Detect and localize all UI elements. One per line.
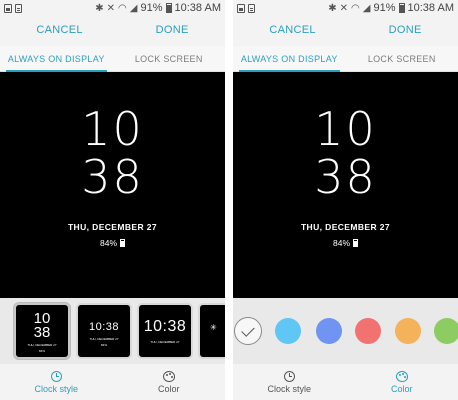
preview-battery-percent: 84%: [332, 238, 350, 248]
clock-hour: 10: [81, 102, 144, 156]
thumb-analog-mark: ✳: [210, 323, 217, 332]
clock-hour: 10: [314, 102, 377, 156]
clock-minute: 38: [81, 150, 144, 204]
bottom-tab-bar: Clock style Color: [0, 364, 225, 400]
wifi-icon: ◠: [351, 2, 360, 14]
color-selector: [233, 298, 458, 364]
color-swatch-coral[interactable]: [355, 318, 381, 344]
palette-icon: [395, 370, 408, 382]
clock-style-label: Clock style: [267, 383, 311, 394]
clock-style-label: Clock style: [34, 383, 78, 394]
document-notification-icon: [248, 3, 255, 13]
preview-date: THU, DECEMBER 27: [67, 222, 158, 232]
clock-style-option-3[interactable]: 10:38 THU, DECEMBER 27: [137, 303, 193, 359]
mute-icon: ✕: [339, 2, 349, 14]
clock-preview: 10 38 THU, DECEMBER 27 84%: [233, 72, 458, 298]
gallery-notification-icon: [237, 3, 245, 13]
action-bar: CANCEL DONE: [0, 16, 225, 44]
action-bar: CANCEL DONE: [233, 16, 458, 44]
clock-icon: [50, 370, 62, 382]
battery-icon: [120, 239, 125, 247]
color-label: Color: [157, 383, 180, 394]
color-swatch-orange[interactable]: [395, 318, 421, 344]
thumb-minute: 38: [33, 324, 51, 341]
clock-style-tab[interactable]: Clock style: [0, 364, 113, 400]
status-bar: ✱ ✕ ◠ ◢ 91% 10:38 AM: [233, 0, 458, 16]
clock-style-option-2[interactable]: 10:38 THU, DECEMBER 27 84%: [76, 303, 132, 359]
document-notification-icon: [15, 3, 22, 13]
color-label: Color: [390, 383, 413, 394]
color-tab[interactable]: Color: [113, 364, 226, 400]
color-swatch-sky-blue[interactable]: [275, 318, 301, 344]
preview-battery: 84%: [233, 238, 458, 248]
wifi-icon: ◠: [118, 2, 127, 14]
cancel-button[interactable]: CANCEL: [36, 24, 82, 36]
clock-style-selector: 10 38 THU, DECEMBER 27 84% 10:38 THU, DE…: [0, 298, 225, 364]
mode-tabs: ALWAYS ON DISPLAY LOCK SCREEN: [0, 46, 225, 72]
thumb-battery: 84%: [100, 343, 107, 347]
clock-preview: 10 38 THU, DECEMBER 27 84%: [0, 72, 225, 298]
cancel-button[interactable]: CANCEL: [269, 24, 315, 36]
screen-divider: [225, 0, 233, 400]
clock-style-option-4[interactable]: ✳: [198, 303, 225, 359]
battery-icon: [353, 239, 358, 247]
mode-tabs: ALWAYS ON DISPLAY LOCK SCREEN: [233, 46, 458, 72]
tab-always-on-display[interactable]: ALWAYS ON DISPLAY: [0, 46, 113, 72]
bluetooth-icon: ✱: [95, 2, 104, 14]
color-swatch-white[interactable]: [234, 317, 262, 345]
check-icon: [241, 322, 255, 337]
mute-icon: ✕: [106, 2, 116, 14]
thumb-date: THU, DECEMBER 27: [150, 340, 180, 344]
preview-date: THU, DECEMBER 27: [300, 222, 391, 232]
signal-icon: ◢: [362, 2, 371, 14]
signal-icon: ◢: [129, 2, 138, 14]
bottom-tab-bar: Clock style Color: [233, 364, 458, 400]
status-time: 10:38 AM: [407, 2, 454, 14]
phone-screen-color: ✱ ✕ ◠ ◢ 91% 10:38 AM CANCEL DONE ALWAYS …: [233, 0, 458, 400]
phone-screen-clock-style: ✱ ✕ ◠ ◢ 91% 10:38 AM CANCEL DONE ALWAYS …: [0, 0, 225, 400]
battery-icon: [398, 3, 405, 13]
gallery-notification-icon: [4, 3, 12, 13]
clock-minute: 38: [314, 150, 377, 204]
tab-always-on-display[interactable]: ALWAYS ON DISPLAY: [233, 46, 346, 72]
preview-battery: 84%: [0, 238, 225, 248]
tab-lock-screen[interactable]: LOCK SCREEN: [346, 46, 458, 71]
tab-lock-screen[interactable]: LOCK SCREEN: [113, 46, 226, 71]
battery-percent: 91%: [140, 2, 163, 14]
bluetooth-icon: ✱: [328, 2, 337, 14]
thumb-time: 10:38: [88, 321, 120, 333]
status-time: 10:38 AM: [174, 2, 221, 14]
battery-icon: [165, 3, 172, 13]
battery-percent: 91%: [373, 2, 396, 14]
color-swatch-green[interactable]: [434, 318, 458, 344]
clock-style-option-1[interactable]: 10 38 THU, DECEMBER 27 84%: [14, 303, 70, 359]
thumb-date: THU, DECEMBER 27: [89, 337, 119, 341]
color-tab[interactable]: Color: [346, 364, 458, 400]
color-swatch-periwinkle[interactable]: [316, 318, 342, 344]
thumb-date: THU, DECEMBER 27: [27, 343, 57, 347]
done-button[interactable]: DONE: [156, 24, 189, 36]
thumb-time: 10:38: [143, 318, 187, 335]
done-button[interactable]: DONE: [389, 24, 422, 36]
status-bar: ✱ ✕ ◠ ◢ 91% 10:38 AM: [0, 0, 225, 16]
preview-battery-percent: 84%: [99, 238, 117, 248]
palette-icon: [162, 370, 175, 382]
thumb-battery: 84%: [38, 349, 45, 353]
clock-style-tab[interactable]: Clock style: [233, 364, 346, 400]
clock-icon: [283, 370, 295, 382]
